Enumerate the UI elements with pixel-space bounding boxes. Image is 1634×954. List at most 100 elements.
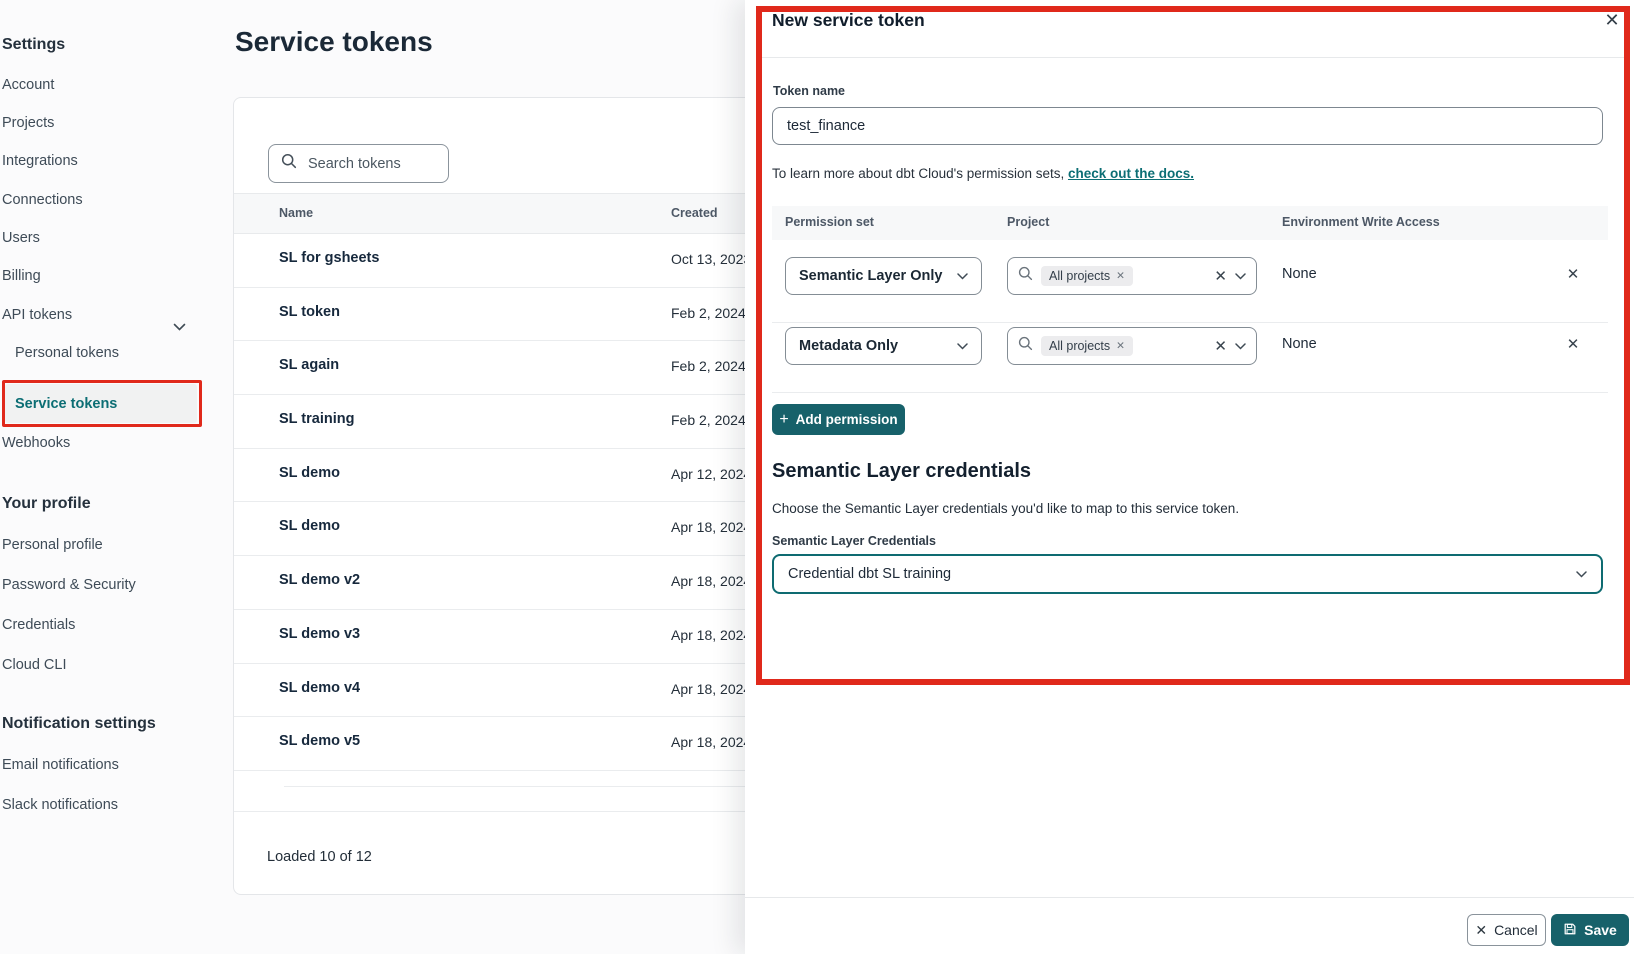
drawer-title: New service token [772, 10, 925, 31]
app-window: Settings Account Projects Integrations C… [0, 0, 1634, 954]
token-created: Apr 18, 2024, [671, 627, 755, 643]
project-multiselect[interactable]: All projects ✕ ✕ [1007, 257, 1257, 295]
plus-icon: + [779, 412, 788, 428]
token-name: SL token [279, 304, 340, 320]
token-created: Apr 18, 2024, [671, 519, 755, 535]
table-header: Name Created [234, 193, 760, 234]
table-footer-inset-divider [284, 786, 760, 787]
sidebar-item-users[interactable]: Users [2, 228, 40, 248]
sidebar-item-cloud-cli[interactable]: Cloud CLI [2, 655, 66, 675]
sidebar-heading-your-profile: Your profile [2, 495, 91, 513]
sidebar-item-service-tokens[interactable]: Service tokens [15, 394, 117, 414]
table-row[interactable]: SL trainingFeb 2, 2024, 2 [234, 395, 760, 449]
column-header-created: Created [671, 206, 718, 220]
cancel-button[interactable]: ✕ Cancel [1467, 914, 1546, 946]
token-name: SL again [279, 357, 339, 373]
table-row[interactable]: SL demo v3 Apr 18, 2024, [234, 610, 760, 664]
permissions-header: Permission set Project Environment Write… [772, 206, 1608, 240]
drawer-header-divider [762, 57, 1624, 58]
token-name: SL demo v5 [279, 733, 360, 749]
sidebar-item-slack-notifications[interactable]: Slack notifications [2, 795, 118, 815]
project-chip-label: All projects [1049, 339, 1110, 353]
table-row[interactable]: SL tokenFeb 2, 2024, 1 [234, 288, 760, 342]
token-name: SL demo v4 [279, 680, 360, 696]
token-created: Apr 18, 2024, [671, 734, 755, 750]
token-name: SL demo v3 [279, 626, 360, 642]
column-header-project: Project [1007, 215, 1049, 229]
sidebar-item-personal-profile[interactable]: Personal profile [2, 535, 103, 555]
token-created: Apr 18, 2024, [671, 681, 755, 697]
semantic-layer-credentials-heading: Semantic Layer credentials [772, 460, 1031, 483]
token-table-body: SL for gsheets Oct 13, 2023, SL tokenFeb … [234, 234, 760, 771]
permission-set-select[interactable]: Metadata Only [785, 327, 982, 365]
chip-remove-icon[interactable]: ✕ [1116, 340, 1125, 352]
clear-selection-icon[interactable]: ✕ [1214, 337, 1227, 355]
project-chip[interactable]: All projects ✕ [1041, 266, 1133, 286]
semantic-layer-credentials-select[interactable]: Credential dbt SL training [772, 554, 1603, 594]
token-name: SL demo v2 [279, 572, 360, 588]
table-row[interactable]: SL for gsheets Oct 13, 2023, [234, 234, 760, 288]
sidebar-item-billing[interactable]: Billing [2, 266, 41, 286]
chevron-down-icon[interactable] [1235, 337, 1246, 355]
token-name: SL demo [279, 465, 340, 481]
drawer-footer-divider [745, 897, 1634, 898]
chevron-down-icon [957, 267, 968, 285]
chevron-down-icon [1576, 565, 1587, 583]
sidebar-item-account[interactable]: Account [2, 75, 54, 95]
sidebar-item-connections[interactable]: Connections [2, 190, 83, 210]
semantic-layer-credentials-description: Choose the Semantic Layer credentials yo… [772, 501, 1239, 516]
env-write-access-value: None [1282, 336, 1317, 352]
cancel-label: Cancel [1494, 922, 1538, 938]
save-button[interactable]: Save [1551, 914, 1629, 946]
table-row[interactable]: SL demo v4 Apr 18, 2024, [234, 664, 760, 718]
search-icon [1018, 266, 1033, 286]
sidebar-item-webhooks[interactable]: Webhooks [2, 433, 70, 453]
column-header-name: Name [279, 206, 313, 220]
save-label: Save [1584, 922, 1617, 938]
project-chip[interactable]: All projects ✕ [1041, 336, 1133, 356]
token-created: Oct 13, 2023, [671, 251, 755, 267]
project-chip-label: All projects [1049, 269, 1110, 283]
save-disk-icon [1563, 922, 1577, 939]
table-row[interactable]: SL demo v5 Apr 18, 2024, [234, 717, 760, 771]
permission-row-divider [772, 322, 1608, 323]
sidebar-item-api-tokens[interactable]: API tokens [2, 305, 72, 325]
token-name: SL demo [279, 518, 340, 534]
token-name-input[interactable] [772, 107, 1603, 145]
chevron-down-icon[interactable] [173, 318, 186, 336]
sidebar-heading-settings: Settings [2, 36, 65, 54]
sidebar-item-credentials[interactable]: Credentials [2, 615, 75, 635]
column-header-permission-set: Permission set [785, 215, 874, 229]
docs-link[interactable]: check out the docs. [1068, 166, 1194, 181]
search-tokens-input[interactable] [306, 155, 430, 173]
table-row[interactable]: SL demo v2Apr 18, 2024, [234, 556, 760, 610]
semantic-layer-credentials-label: Semantic Layer Credentials [772, 534, 936, 548]
sidebar-item-password-security[interactable]: Password & Security [2, 575, 136, 595]
remove-permission-icon[interactable]: ✕ [1562, 334, 1584, 356]
token-name-label: Token name [773, 84, 845, 98]
table-row[interactable]: SL demo Apr 18, 2024, [234, 502, 760, 556]
token-name: SL for gsheets [279, 250, 379, 266]
project-multiselect[interactable]: All projects ✕ ✕ [1007, 327, 1257, 365]
env-write-access-value: None [1282, 266, 1317, 282]
permission-row-divider [772, 392, 1608, 393]
clear-selection-icon[interactable]: ✕ [1214, 267, 1227, 285]
loaded-status: Loaded 10 of 12 [267, 849, 372, 865]
chip-remove-icon[interactable]: ✕ [1116, 270, 1125, 282]
search-tokens-box[interactable] [268, 144, 449, 183]
close-icon[interactable]: ✕ [1598, 6, 1626, 34]
table-row[interactable]: SL demo Apr 12, 2024, [234, 449, 760, 503]
sidebar-item-integrations[interactable]: Integrations [2, 151, 78, 171]
sidebar-item-personal-tokens[interactable]: Personal tokens [15, 343, 119, 363]
column-header-env-write: Environment Write Access [1282, 215, 1440, 229]
permission-set-select[interactable]: Semantic Layer Only [785, 257, 982, 295]
chevron-down-icon [957, 337, 968, 355]
table-row[interactable]: SL againFeb 2, 2024, 1 [234, 341, 760, 395]
add-permission-button[interactable]: + Add permission [772, 404, 905, 435]
token-created: Apr 12, 2024, [671, 466, 755, 482]
token-name: SL training [279, 411, 354, 427]
sidebar-item-email-notifications[interactable]: Email notifications [2, 755, 119, 775]
sidebar-item-projects[interactable]: Projects [2, 113, 54, 133]
chevron-down-icon[interactable] [1235, 267, 1246, 285]
remove-permission-icon[interactable]: ✕ [1562, 264, 1584, 286]
